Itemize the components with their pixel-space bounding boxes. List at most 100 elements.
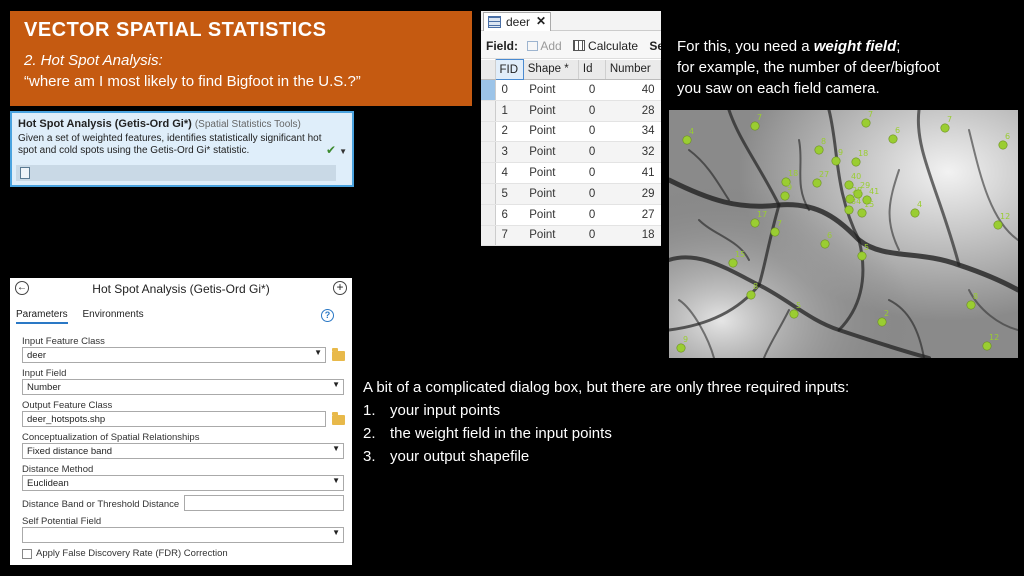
cell-fid[interactable]: 0 (495, 79, 524, 101)
cell-shape[interactable]: Point (523, 183, 579, 205)
cell-id[interactable]: 0 (578, 204, 606, 226)
cell-number[interactable]: 28 (605, 100, 661, 122)
conceptualization-select[interactable]: Fixed distance band ▼ (22, 443, 344, 459)
row-selector[interactable] (481, 225, 496, 246)
cell-shape[interactable]: Point (523, 141, 579, 164)
folder-icon[interactable] (332, 348, 345, 361)
column-header-shape[interactable]: Shape * (523, 59, 579, 80)
chevron-down-icon[interactable]: ▼ (339, 147, 347, 156)
cell-id[interactable]: 0 (578, 79, 606, 101)
list-item: 3. your output shapefile (363, 445, 963, 468)
tab-parameters[interactable]: Parameters (16, 309, 68, 324)
table-icon (488, 16, 501, 28)
cell-fid[interactable]: 3 (495, 141, 524, 164)
cell-fid[interactable]: 2 (495, 121, 524, 143)
camera-point (851, 157, 861, 167)
camera-point-label: 9 (683, 335, 688, 344)
table-row[interactable]: 1 Point 0 28 (481, 100, 661, 122)
distance-band-input[interactable] (184, 495, 344, 511)
row-selector[interactable] (481, 204, 496, 226)
table-header-row: FID Shape * Id Number (481, 59, 661, 80)
cell-number[interactable]: 41 (605, 162, 661, 184)
cell-number[interactable]: 34 (605, 121, 661, 143)
distance-method-select[interactable]: Euclidean ▼ (22, 475, 344, 491)
cell-fid[interactable]: 6 (495, 204, 524, 226)
row-selector[interactable] (481, 162, 496, 184)
row-selector[interactable] (481, 121, 496, 143)
fdr-checkbox[interactable] (22, 549, 32, 559)
column-header-id[interactable]: Id (578, 59, 606, 80)
output-feature-class-field[interactable]: deer_hotspots.shp (22, 411, 326, 427)
chevron-down-icon[interactable]: ▼ (332, 444, 340, 453)
table-row[interactable]: 2 Point 0 34 (481, 121, 661, 143)
calculate-label: Calculate (588, 39, 639, 53)
camera-point (812, 178, 822, 188)
camera-point-label: 15 (735, 250, 745, 259)
cell-number[interactable]: 18 (605, 225, 661, 246)
tool-result-card[interactable]: Hot Spot Analysis (Getis-Ord Gi*) (Spati… (10, 111, 354, 187)
camera-point-label: 12 (989, 333, 999, 342)
tab-deer[interactable]: deer ✕ (483, 12, 551, 31)
input-feature-class-field[interactable]: deer ▼ (22, 347, 326, 363)
selection-menu[interactable]: Se (649, 39, 661, 53)
cell-fid[interactable]: 1 (495, 100, 524, 122)
close-icon[interactable]: ✕ (536, 14, 546, 28)
document-icon[interactable] (20, 167, 30, 179)
camera-point (910, 208, 920, 218)
cell-number[interactable]: 32 (605, 141, 661, 164)
chevron-down-icon[interactable]: ▼ (332, 476, 340, 485)
cell-id[interactable]: 0 (578, 121, 606, 143)
cell-id[interactable]: 0 (578, 183, 606, 205)
output-feature-class-label: Output Feature Class (22, 400, 113, 411)
tab-environments[interactable]: Environments (82, 309, 143, 320)
folder-icon[interactable] (332, 412, 345, 425)
camera-point (993, 220, 1003, 230)
camera-point (966, 300, 976, 310)
cell-number[interactable]: 27 (605, 204, 661, 226)
cell-fid[interactable]: 5 (495, 183, 524, 205)
cell-number[interactable]: 29 (605, 183, 661, 205)
table-row[interactable]: 4 Point 0 41 (481, 162, 661, 184)
tool-card-category: (Spatial Statistics Tools) (194, 119, 301, 130)
cell-number[interactable]: 40 (605, 79, 661, 101)
table-row[interactable]: 5 Point 0 29 (481, 183, 661, 205)
chevron-down-icon[interactable]: ▼ (314, 348, 322, 357)
self-potential-select[interactable]: ▼ (22, 527, 344, 543)
cell-shape[interactable]: Point (523, 121, 579, 143)
chevron-down-icon[interactable]: ▼ (332, 380, 340, 389)
row-selector[interactable] (481, 183, 496, 205)
help-icon[interactable]: ? (321, 309, 334, 322)
self-potential-label: Self Potential Field (22, 516, 102, 527)
input-field-select[interactable]: Number ▼ (22, 379, 344, 395)
cell-shape[interactable]: Point (523, 162, 579, 184)
cell-shape[interactable]: Point (523, 225, 579, 246)
table-row[interactable]: 0 Point 0 40 (481, 79, 661, 101)
cell-fid[interactable]: 4 (495, 162, 524, 184)
attribute-table-panel: deer ✕ Field: Add Calculate Se FID Shape… (481, 11, 661, 246)
table-row[interactable]: 3 Point 0 32 (481, 141, 661, 164)
chevron-down-icon[interactable]: ▼ (332, 528, 340, 537)
cell-shape[interactable]: Point (523, 79, 579, 101)
row-selector[interactable] (481, 141, 496, 164)
cell-shape[interactable]: Point (523, 204, 579, 226)
cell-fid[interactable]: 7 (495, 225, 524, 246)
camera-point-label: 5 (864, 243, 869, 252)
field-label: Field: (486, 39, 518, 53)
cell-id[interactable]: 0 (578, 100, 606, 122)
table-row[interactable]: 6 Point 0 27 (481, 204, 661, 226)
column-header-fid[interactable]: FID (494, 59, 524, 80)
cell-id[interactable]: 0 (578, 162, 606, 184)
row-selector[interactable] (481, 79, 496, 101)
table-row[interactable]: 7 Point 0 18 (481, 225, 661, 246)
calculate-field-button[interactable]: Calculate (573, 39, 638, 53)
table-tab-bar: deer ✕ (481, 11, 661, 31)
camera-point-label: 8 (753, 282, 758, 291)
cell-shape[interactable]: Point (523, 100, 579, 122)
cell-id[interactable]: 0 (578, 225, 606, 246)
column-header-number[interactable]: Number (605, 59, 661, 80)
row-selector[interactable] (481, 100, 496, 122)
cell-id[interactable]: 0 (578, 141, 606, 164)
add-icon[interactable]: + (333, 281, 347, 295)
weight-line-1-prefix: For this, you need a (677, 38, 814, 55)
add-field-button[interactable]: Add (527, 39, 562, 53)
